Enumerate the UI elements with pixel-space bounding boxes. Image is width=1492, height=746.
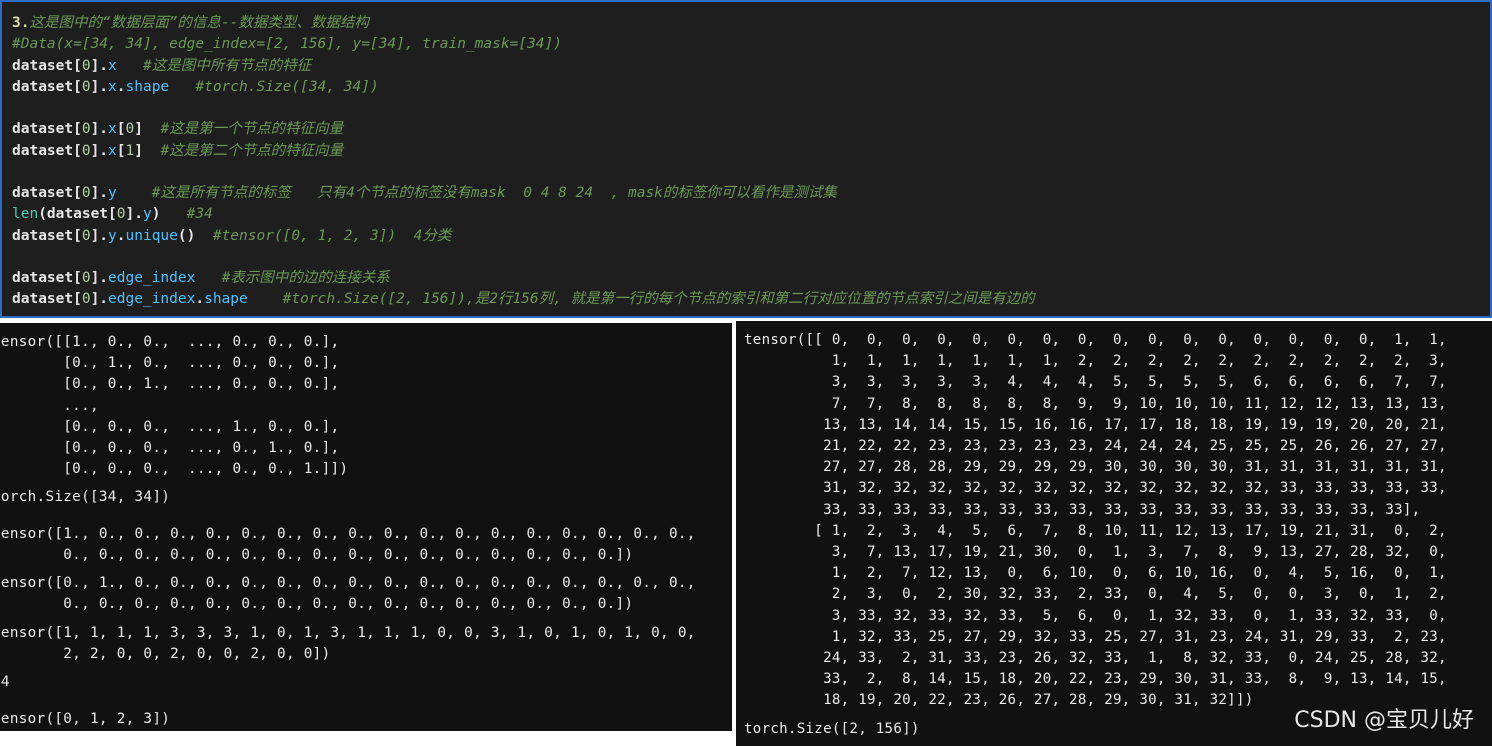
code-token: #torch.Size([2, 156]),是2行156列, 就是第一行的每个节… (282, 291, 1035, 308)
code-token: 0 (81, 121, 91, 138)
code-token: #这是所有节点的标签 只有4个节点的标签没有mask 0 4 8 24 , ma… (151, 185, 837, 201)
code-token: #torch.Size([34, 34]) (195, 78, 379, 95)
code-line: dataset[0].edge_index.shape #torch.Size(… (12, 289, 1035, 310)
code-line: #Data(x=[34, 34], edge_index=[2, 156], y… (12, 34, 1035, 55)
code-token: 0 (116, 206, 126, 223)
code-token: #tensor([0, 1, 2, 3]) 4分类 (212, 227, 452, 244)
code-token: 0 (81, 270, 91, 286)
code-token: 0 (81, 185, 91, 201)
code-token: edge_index (108, 291, 196, 308)
code-token: #这是第一个节点的特征向量 (160, 121, 344, 138)
output-x1: tensor([0., 1., 0., 0., 0., 0., 0., 0., … (0, 575, 696, 613)
code-line: dataset[0].edge_index #表示图中的边的连接关系 (12, 268, 1035, 289)
code-token: 0 (81, 78, 91, 95)
code-token: ]. (90, 78, 109, 95)
output-panel-left: tensor([[1., 0., 0., ..., 0., 0., 0.], [… (0, 323, 732, 731)
code-token: 0 (81, 291, 91, 308)
code-token: dataset[ (12, 57, 82, 74)
code-token: . (116, 78, 126, 95)
code-editor[interactable]: 3.这是图中的“数据层面”的信息--数据类型、数据结构 #Data(x=[34, … (12, 13, 1035, 311)
code-token: ]. (90, 185, 109, 201)
code-line: dataset[0].x[0] #这是第一个节点的特征向量 (12, 119, 1035, 140)
code-token: . (195, 291, 205, 308)
output-edge-index: tensor([[ 0, 0, 0, 0, 0, 0, 0, 0, 0, 0, … (744, 332, 1447, 709)
code-token: (dataset[ (38, 206, 117, 223)
code-token: 0 (81, 227, 91, 244)
code-token: y (108, 185, 117, 201)
code-token: x (108, 57, 117, 74)
csdn-watermark: CSDN @宝贝儿好 (1294, 708, 1474, 733)
output-x-tensor: tensor([[1., 0., 0., ..., 0., 0., 0.], [… (0, 334, 349, 478)
code-token: ]. (90, 291, 109, 308)
code-token: 0 (125, 121, 135, 138)
code-token: ]. (90, 227, 109, 244)
code-line: dataset[0].x.shape #torch.Size([34, 34]) (12, 77, 1035, 98)
code-token: 0 (81, 57, 91, 74)
code-token: len (12, 206, 39, 223)
code-token: ] (134, 121, 143, 138)
code-token: x (108, 142, 117, 159)
code-line: dataset[0].y #这是所有节点的标签 只有4个节点的标签没有mask … (12, 183, 1035, 204)
output-edge-shape: torch.Size([2, 156]) (744, 721, 920, 737)
output-y-len: 34 (0, 674, 10, 690)
code-token: ]. (125, 206, 143, 223)
code-token: 1 (125, 142, 135, 159)
output-x-shape: torch.Size([34, 34]) (0, 489, 171, 505)
code-token: ]. (90, 57, 109, 74)
code-token: ]. (90, 121, 109, 138)
code-token: ] (134, 142, 143, 159)
code-token: y (142, 206, 152, 223)
code-token: ]. (90, 270, 109, 286)
code-token: dataset[ (12, 121, 82, 138)
output-y-unique: tensor([0, 1, 2, 3]) (0, 711, 171, 727)
code-token: dataset[ (12, 270, 82, 286)
code-token: unique (125, 227, 178, 244)
code-token: #34 (186, 206, 213, 223)
output-y: tensor([1, 1, 1, 1, 3, 3, 3, 1, 0, 1, 3,… (0, 625, 696, 663)
code-token: shape (125, 78, 170, 95)
code-token: dataset[ (12, 142, 82, 159)
code-token: y (108, 227, 117, 244)
code-line: dataset[0].x #这是图中所有节点的特征 (12, 56, 1035, 77)
code-token: edge_index (108, 270, 196, 286)
output-panel-right: tensor([[ 0, 0, 0, 0, 0, 0, 0, 0, 0, 0, … (736, 321, 1492, 746)
code-token: dataset[ (12, 78, 82, 95)
code-token: x (108, 121, 117, 138)
code-token: ]. (90, 142, 109, 159)
code-token: #这是第二个节点的特征向量 (160, 142, 344, 159)
code-token: [ (116, 142, 126, 159)
code-cell[interactable]: 3.这是图中的“数据层面”的信息--数据类型、数据结构 #Data(x=[34, … (0, 0, 1492, 318)
code-token: 这是图中的“数据层面”的信息--数据类型、数据结构 (29, 15, 369, 31)
code-token: dataset[ (12, 185, 82, 201)
code-line: dataset[0].y.unique() #tensor([0, 1, 2, … (12, 226, 1035, 247)
code-token: #表示图中的边的连接关系 (221, 270, 390, 286)
code-token: [ (116, 121, 126, 138)
code-token: 0 (81, 142, 91, 159)
code-token: 3. (12, 15, 30, 31)
code-line: len(dataset[0].y) #34 (12, 204, 1035, 225)
code-token: () (177, 227, 196, 244)
code-token: dataset[ (12, 227, 82, 244)
code-token: dataset[ (12, 291, 82, 308)
code-token: . (116, 227, 126, 244)
code-token: x (108, 78, 117, 95)
output-x0: tensor([1., 0., 0., 0., 0., 0., 0., 0., … (0, 526, 696, 564)
code-token: #这是图中所有节点的特征 (142, 57, 312, 74)
code-line: 3.这是图中的“数据层面”的信息--数据类型、数据结构 (12, 13, 1035, 34)
code-line: dataset[0].x[1] #这是第二个节点的特征向量 (12, 141, 1035, 162)
code-token: #Data(x=[34, 34], edge_index=[2, 156], y… (12, 36, 562, 53)
code-token: shape (204, 291, 248, 308)
